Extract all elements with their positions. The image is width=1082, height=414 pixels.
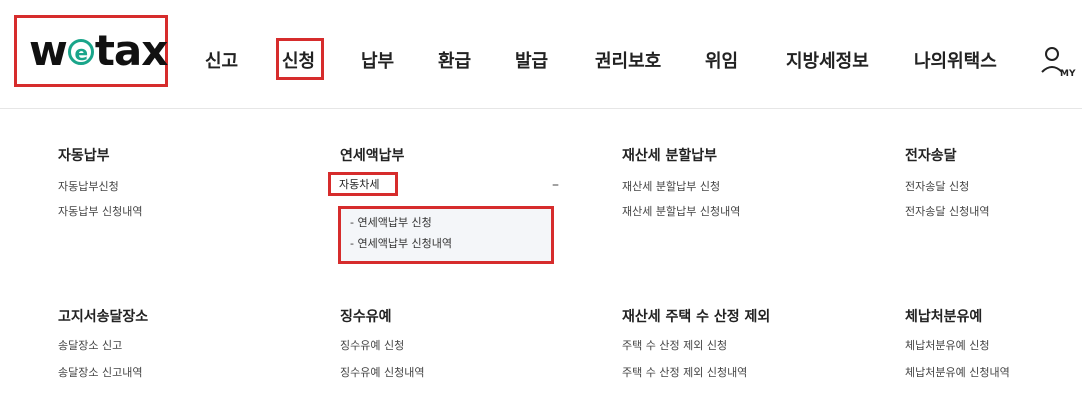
link-e-delivery-apply[interactable]: 전자송달 신청 [905, 180, 969, 194]
user-icon[interactable]: MY [1040, 44, 1076, 80]
wetax-logo[interactable]: w e tax [29, 26, 169, 75]
link-housing-exclusion-history[interactable]: 주택 수 산정 제외 신청내역 [622, 366, 747, 380]
section-title-e-delivery: 전자송달 [905, 148, 957, 164]
link-delivery-location-report[interactable]: 송달장소 신고 [58, 339, 122, 353]
link-collection-deferral-apply[interactable]: 징수유예 신청 [340, 339, 404, 353]
link-delinquency-deferral-history[interactable]: 체납처분유예 신청내역 [905, 366, 1010, 380]
logo-e-circle: e [67, 39, 94, 65]
nav-payment[interactable]: 납부 [361, 52, 394, 72]
link-auto-car-tax[interactable]: 자동차세 [339, 178, 379, 192]
section-title-delinquency-deferral: 체납처분유예 [905, 309, 983, 325]
link-delivery-location-history[interactable]: 송달장소 신고내역 [58, 366, 142, 380]
section-title-annual-payment: 연세액납부 [340, 148, 405, 164]
link-delinquency-deferral-apply[interactable]: 체납처분유예 신청 [905, 339, 989, 353]
link-property-installment-history[interactable]: 재산세 분할납부 신청내역 [622, 205, 740, 219]
nav-delegation[interactable]: 위임 [705, 52, 738, 72]
nav-report[interactable]: 신고 [205, 52, 238, 72]
nav-local-tax-info[interactable]: 지방세정보 [786, 52, 869, 72]
nav-rights[interactable]: 권리보호 [595, 52, 661, 72]
my-icon-label: MY [1060, 69, 1076, 79]
collapse-minus-icon[interactable]: – [552, 178, 559, 192]
submenu-annual-history[interactable]: - 연세액납부 신청내역 [350, 237, 452, 251]
nav-refund[interactable]: 환급 [438, 52, 471, 72]
submenu-panel [338, 206, 554, 264]
logo-text-tax: tax [94, 26, 169, 75]
logo-highlight-box[interactable]: w e tax [14, 15, 168, 87]
submenu-annual-apply[interactable]: - 연세액납부 신청 [350, 216, 432, 230]
link-property-installment-apply[interactable]: 재산세 분할납부 신청 [622, 180, 720, 194]
logo-text-w: w [29, 26, 68, 75]
link-auto-payment-apply[interactable]: 자동납부신청 [58, 180, 119, 194]
link-collection-deferral-history[interactable]: 징수유예 신청내역 [340, 366, 424, 380]
nav-apply[interactable]: 신청 [282, 52, 315, 72]
link-e-delivery-history[interactable]: 전자송달 신청내역 [905, 205, 989, 219]
section-title-collection-deferral: 징수유예 [340, 309, 392, 325]
top-header: w e tax 신고 신청 납부 환급 발급 권리보호 위임 지방세정보 나의위택스… [0, 0, 1082, 109]
nav-my-wetax[interactable]: 나의위택스 [914, 52, 997, 72]
section-title-auto-payment: 자동납부 [58, 148, 110, 164]
link-auto-payment-history[interactable]: 자동납부 신청내역 [58, 205, 142, 219]
section-title-delivery-location: 고지서송달장소 [58, 309, 149, 325]
link-housing-exclusion-apply[interactable]: 주택 수 산정 제외 신청 [622, 339, 727, 353]
section-title-property-installment: 재산세 분할납부 [622, 148, 718, 164]
nav-issue[interactable]: 발급 [515, 52, 548, 72]
section-title-housing-count-exclusion: 재산세 주택 수 산정 제외 [622, 309, 771, 325]
